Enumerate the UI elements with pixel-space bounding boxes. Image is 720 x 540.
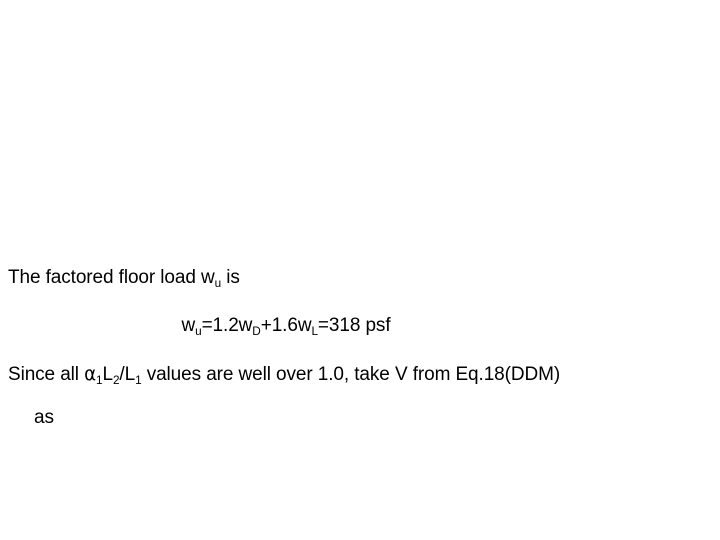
- equation-variable-wd: w: [238, 315, 253, 336]
- equation-result-value: =318 psf: [317, 315, 391, 336]
- equation-variable-wu: w: [181, 315, 196, 336]
- text-line-since: Since all α1L2/L1 values are well over 1…: [0, 364, 720, 387]
- intro-subscript-u: u: [214, 276, 222, 290]
- since-variable-l1: L: [124, 364, 136, 385]
- since-symbol-alpha: α: [84, 364, 97, 385]
- equation-subscript-d: D: [252, 324, 261, 338]
- equation-subscript-l: L: [311, 324, 318, 338]
- since-subscript-l2: 2: [112, 373, 120, 387]
- slide-body-text: The factored floor load wu is wu=1.2wD+1…: [0, 268, 720, 427]
- text-line-equation: wu=1.2wD+1.6wL=318 psf: [0, 315, 720, 338]
- equation-variable-wl: w: [297, 315, 312, 336]
- slide-canvas: The factored floor load wu is wu=1.2wD+1…: [0, 0, 720, 540]
- since-suffix-text: values are well over 1.0, take V from Eq…: [141, 364, 561, 385]
- intro-suffix-text: is: [221, 267, 240, 288]
- text-line-intro: The factored floor load wu is: [0, 267, 720, 290]
- text-line-as: as: [0, 408, 720, 427]
- intro-variable-w: w: [201, 267, 215, 288]
- as-text: as: [34, 407, 54, 428]
- equation-operator-dead: =1.2: [201, 315, 239, 336]
- since-subscript-alpha-1: 1: [96, 373, 103, 387]
- since-variable-l2: L: [102, 364, 113, 385]
- intro-prefix-text: The factored floor load: [8, 267, 201, 288]
- since-prefix-text: Since all: [8, 364, 85, 385]
- equation-subscript-u: u: [195, 324, 202, 338]
- equation-operator-live: +1.6: [260, 315, 298, 336]
- since-subscript-l1: 1: [135, 373, 142, 387]
